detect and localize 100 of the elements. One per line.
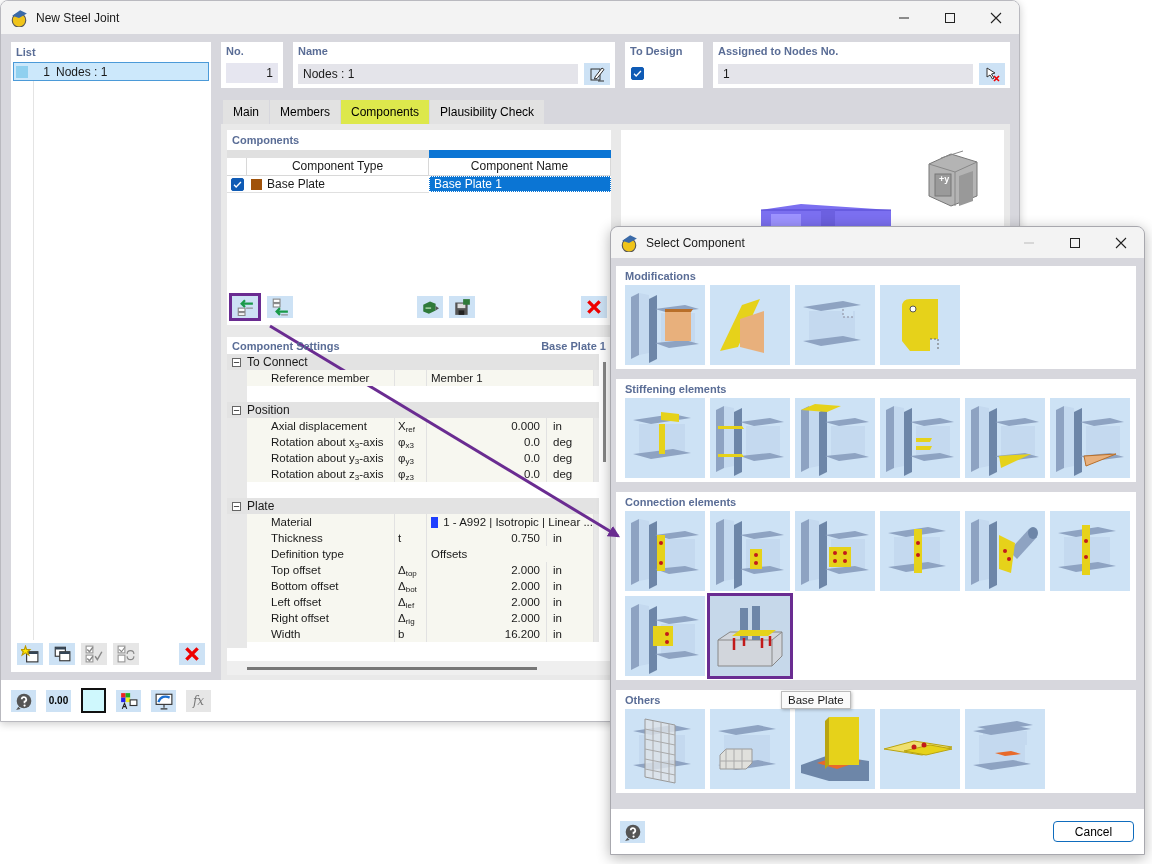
unit-label: deg [547,450,594,466]
insert-after-button[interactable] [267,296,293,318]
property-label: Definition type [247,546,395,562]
delete-button[interactable] [581,296,607,318]
pick-nodes-button[interactable] [979,63,1005,85]
property-value[interactable]: 0.0 [427,450,547,466]
property-value[interactable]: 16.200 [427,626,547,642]
insert-rows-icon [236,298,254,316]
help-button[interactable] [620,820,645,843]
component-tile[interactable] [707,593,793,679]
append-rows-icon [271,298,289,316]
component-tile[interactable] [1050,511,1130,591]
color-button[interactable] [81,688,106,713]
new-button[interactable] [17,643,43,665]
collapse-toggle[interactable] [232,405,241,415]
property-symbol: t [395,530,427,546]
save-button[interactable] [449,296,475,318]
field-label: Assigned to Nodes No. [718,45,840,58]
property-value[interactable]: 0.0 [427,466,547,482]
window-title: New Steel Joint [36,10,121,25]
property-value[interactable]: 0.000 [427,418,547,434]
name-field[interactable]: Nodes : 1 [298,64,578,84]
display-button[interactable] [151,689,176,712]
insert-before-button[interactable] [229,293,261,321]
edit-name-button[interactable] [584,63,610,85]
component-tile[interactable] [625,285,705,365]
number-field[interactable]: 1 [226,63,278,83]
collapse-toggle[interactable] [232,501,241,511]
toggle-checks-icon [117,645,135,663]
component-tile[interactable] [1050,398,1130,478]
component-tile[interactable] [795,709,875,789]
tab[interactable]: Plausibility Check [430,100,545,124]
group-label: To Connect [247,355,309,369]
component-tile[interactable] [795,398,875,478]
property-value[interactable]: 0.0 [427,434,547,450]
table-cell[interactable]: Base Plate 1 [429,176,611,192]
color-legend-icon [119,691,138,710]
component-tile[interactable] [710,398,790,478]
component-tile[interactable] [710,511,790,591]
component-tile[interactable] [965,398,1045,478]
color-swatch [16,65,28,78]
component-tile[interactable] [625,398,705,478]
component-tile[interactable] [880,511,960,591]
component-tile[interactable] [795,511,875,591]
property-label: Right offset [247,610,395,626]
copy-button[interactable] [49,643,75,665]
column-header: Component Type [247,158,429,176]
section-title: Modifications [625,269,696,283]
tab[interactable]: Members [270,100,341,124]
component-tile[interactable] [965,511,1045,591]
property-value[interactable]: Offsets [427,546,594,562]
component-tile[interactable] [795,285,875,365]
property-value[interactable]: 0.750 [427,530,547,546]
decimals-button[interactable]: 0.00 [46,689,71,712]
property-value[interactable]: 2.000 [427,610,547,626]
delete-button[interactable] [179,643,205,665]
help-icon [623,822,642,841]
tab[interactable]: Components [341,100,430,124]
cancel-button[interactable]: Cancel [1053,821,1134,842]
close-icon [1115,236,1127,249]
legend-button[interactable] [116,689,141,712]
property-value[interactable]: 2.000 [427,578,547,594]
export-button[interactable] [417,296,443,318]
app-logo-icon [10,8,28,27]
property-label: Width [247,626,395,642]
component-tile[interactable] [625,709,705,789]
horizontal-scrollbar[interactable] [227,661,611,675]
property-value[interactable]: 1 - A992 | Isotropic | Linear ... [427,514,594,530]
new-window-icon [21,645,39,663]
tab[interactable]: Main [223,100,269,124]
component-tile[interactable] [965,709,1045,789]
collapse-toggle[interactable] [232,357,241,367]
to-design-checkbox[interactable] [631,66,644,80]
nodes-field[interactable]: 1 [718,64,973,84]
property-value[interactable]: Member 1 [427,370,594,386]
group-label: Plate [247,499,276,513]
component-name-label: Base Plate 1 [541,339,606,352]
unit-label: in [547,610,594,626]
component-tile[interactable] [710,285,790,365]
save-icon [453,298,471,316]
component-tile[interactable] [880,709,960,789]
row-checkbox[interactable] [231,177,244,191]
component-tile[interactable] [625,511,705,591]
section-title: Stiffening elements [625,382,727,396]
property-label: Axial displacement [247,418,395,434]
list-item[interactable]: 1 Nodes : 1 [13,62,209,81]
unit-label: in [547,562,594,578]
view-cube-label: +y [939,174,950,184]
property-value[interactable]: 2.000 [427,594,547,610]
property-label: Bottom offset [247,578,395,594]
help-button[interactable] [11,689,36,712]
property-label: Rotation about z$_{3}$-axis [247,466,395,482]
property-value[interactable]: 2.000 [427,562,547,578]
component-tile[interactable] [880,285,960,365]
maximize-icon [944,11,956,24]
group-label: Position [247,403,291,417]
close-icon [990,11,1002,24]
component-tile[interactable] [710,709,790,789]
component-tile[interactable] [880,398,960,478]
component-tile[interactable] [625,596,705,676]
